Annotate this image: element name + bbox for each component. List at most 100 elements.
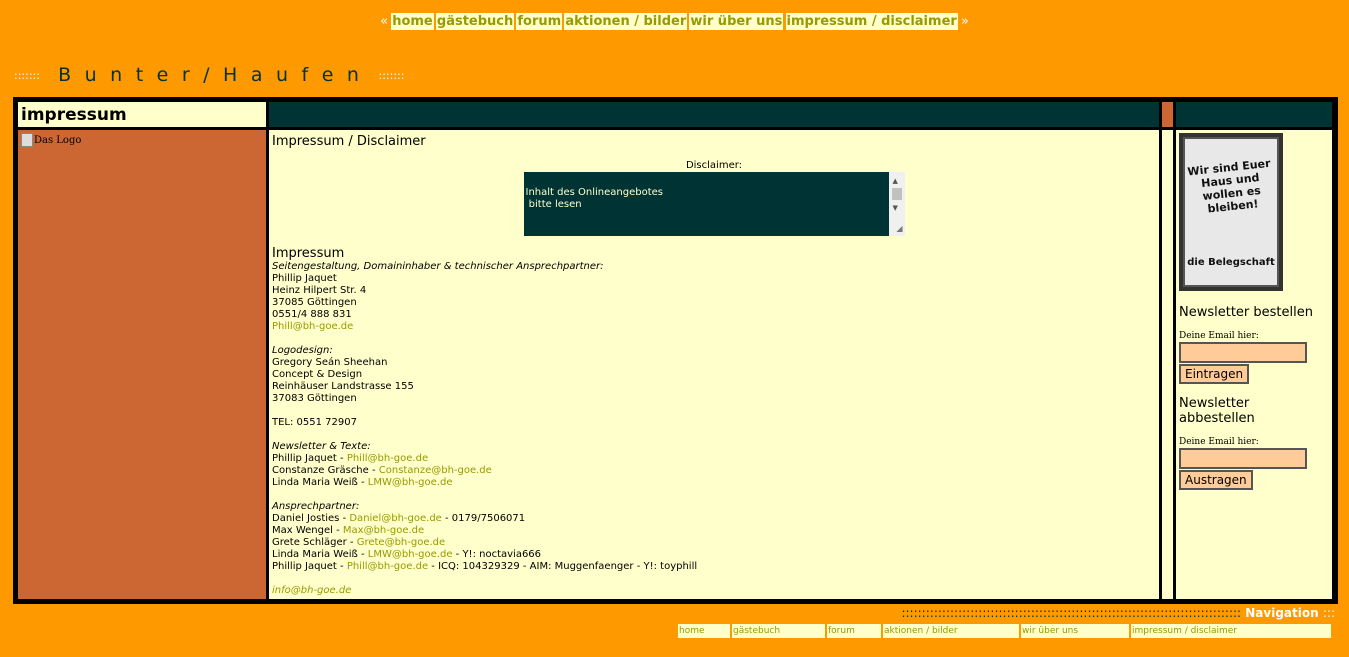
person-email-link[interactable]: LMW@bh-goe.de bbox=[368, 549, 453, 560]
poster-signature: die Belegschaft bbox=[1187, 257, 1275, 268]
resize-grip-icon[interactable]: ◢ bbox=[896, 223, 902, 235]
newsletter-role-label: Newsletter & Texte: bbox=[272, 441, 371, 452]
main-content: Impressum / Disclaimer Disclaimer: Inhal… bbox=[269, 130, 1159, 599]
scroll-thumb[interactable] bbox=[891, 188, 902, 200]
owner-name: Phillip Jaquet bbox=[272, 273, 337, 284]
nav-link-gaestebuch[interactable]: gästebuch bbox=[435, 13, 515, 30]
person-name: Linda Maria Weiß - bbox=[272, 549, 368, 560]
bottom-nav-link-forum[interactable]: forum bbox=[827, 624, 881, 638]
header-bar-right bbox=[1176, 102, 1332, 127]
list-item: Grete Schläger - Grete@bh-goe.de bbox=[272, 537, 1156, 549]
person-name: Linda Maria Weiß - bbox=[272, 477, 368, 488]
person-email-link[interactable]: LMW@bh-goe.de bbox=[368, 477, 453, 488]
logo-designer-street: Reinhäuser Landstrasse 155 bbox=[272, 381, 414, 392]
nav-link-home[interactable]: home bbox=[391, 13, 434, 30]
right-column: Wir sind Euer Haus und wollen es bleiben… bbox=[1176, 130, 1332, 599]
site-title-dots-left: ::::::: bbox=[14, 69, 40, 82]
contact-role-label: Ansprechpartner: bbox=[272, 501, 360, 512]
content-title: Impressum / Disclaimer bbox=[272, 134, 426, 149]
impressum-heading: Impressum bbox=[272, 246, 345, 261]
nav-link-impressum[interactable]: impressum / disclaimer bbox=[785, 13, 958, 30]
poster-image: Wir sind Euer Haus und wollen es bleiben… bbox=[1179, 133, 1283, 291]
top-navigation: « home gästebuch forum aktionen / bilder… bbox=[0, 13, 1349, 30]
bottom-nav-link-aktionen[interactable]: aktionen / bilder bbox=[883, 624, 1019, 638]
person-email-link[interactable]: Max@bh-goe.de bbox=[343, 525, 424, 536]
site-title-dots-right: ::::::: bbox=[378, 69, 405, 82]
person-email-link[interactable]: Phill@bh-goe.de bbox=[347, 453, 428, 464]
site-title: ::::::: Bunter/Haufen ::::::: bbox=[14, 64, 404, 86]
person-name: Max Wengel - bbox=[272, 525, 343, 536]
person-extra: - Y!: noctavia666 bbox=[452, 549, 542, 560]
nav-open-quote: « bbox=[380, 14, 389, 29]
design-role-label: Seitengestaltung, Domaininhaber & techni… bbox=[272, 261, 604, 272]
newsletter-unsubscribe-email-input[interactable] bbox=[1179, 448, 1307, 469]
person-email-link[interactable]: Constanze@bh-goe.de bbox=[379, 465, 492, 476]
list-item: Linda Maria Weiß - LMW@bh-goe.de - Y!: n… bbox=[272, 549, 1156, 561]
newsletter-unsubscribe-label: Deine Email hier: bbox=[1179, 437, 1259, 447]
bottom-nav-dots-left: ::::::::::::::::::::::::::::::::::::::::… bbox=[901, 606, 1242, 620]
poster-sign: Wir sind Euer Haus und wollen es bleiben… bbox=[1183, 137, 1279, 287]
newsletter-subscribe-heading: Newsletter bestellen bbox=[1179, 305, 1313, 320]
person-email-link[interactable]: Phill@bh-goe.de bbox=[347, 561, 428, 572]
scroll-down-arrow-icon[interactable]: ▼ bbox=[893, 202, 898, 214]
telephone: TEL: 0551 72907 bbox=[272, 417, 357, 428]
newsletter-unsubscribe-heading: Newsletter abbestellen bbox=[1179, 396, 1255, 426]
person-name: Constanze Gräsche - bbox=[272, 465, 379, 476]
nav-close-quote: » bbox=[960, 14, 969, 29]
logo-designer-company: Concept & Design bbox=[272, 369, 363, 380]
person-extra: - 0179/7506071 bbox=[441, 513, 526, 524]
newsletter-unsubscribe-button[interactable]: Austragen bbox=[1179, 470, 1253, 490]
site-title-name: Bunter/Haufen bbox=[58, 64, 373, 86]
bottom-nav-label: Navigation bbox=[1245, 606, 1319, 620]
disclaimer-text-line-1: Inhalt des Onlineangebotes bbox=[525, 187, 664, 198]
logo-designer-name: Gregory Seán Sheehan bbox=[272, 357, 388, 368]
list-item: Linda Maria Weiß - LMW@bh-goe.de bbox=[272, 477, 1156, 489]
list-item: Daniel Josties - Daniel@bh-goe.de - 0179… bbox=[272, 513, 1156, 525]
logo-alt-text: Das Logo bbox=[34, 134, 82, 146]
person-name: Phillip Jaquet - bbox=[272, 561, 347, 572]
scroll-up-arrow-icon[interactable]: ▲ bbox=[893, 175, 898, 187]
person-email-link[interactable]: Grete@bh-goe.de bbox=[357, 537, 445, 548]
newsletter-subscribe-email-input[interactable] bbox=[1179, 342, 1307, 363]
list-item: Phillip Jaquet - Phill@bh-goe.de - ICQ: … bbox=[272, 561, 1156, 573]
list-item: Phillip Jaquet - Phill@bh-goe.de bbox=[272, 453, 1156, 465]
bottom-navigation: home gästebuch forum aktionen / bilder w… bbox=[678, 624, 1333, 638]
bottom-nav-link-wir-ueber-uns[interactable]: wir über uns bbox=[1021, 624, 1129, 638]
logo-image: Das Logo bbox=[21, 133, 81, 147]
info-email-link[interactable]: info@bh-goe.de bbox=[272, 585, 351, 596]
disclaimer-textarea[interactable]: Inhalt des Onlineangebotes bitte lesen ▲… bbox=[523, 172, 905, 236]
broken-image-icon bbox=[21, 133, 33, 147]
person-name: Phillip Jaquet - bbox=[272, 453, 347, 464]
bottom-nav-link-gaestebuch[interactable]: gästebuch bbox=[732, 624, 825, 638]
owner-street: Heinz Hilpert Str. 4 bbox=[272, 285, 367, 296]
newsletter-subscribe-button[interactable]: Eintragen bbox=[1179, 364, 1250, 384]
owner-city: 37085 Göttingen bbox=[272, 297, 357, 308]
owner-phone: 0551/4 888 831 bbox=[272, 309, 352, 320]
thin-separator-column bbox=[1162, 130, 1173, 599]
nav-link-forum[interactable]: forum bbox=[516, 13, 563, 30]
owner-email-link[interactable]: Phill@bh-goe.de bbox=[272, 321, 353, 332]
person-extra: - ICQ: 104329329 - AIM: Muggenfaenger - … bbox=[428, 561, 698, 572]
person-name: Daniel Josties - bbox=[272, 513, 350, 524]
poster-text: Wir sind Euer Haus und wollen es bleiben… bbox=[1186, 156, 1272, 216]
person-name: Grete Schläger - bbox=[272, 537, 357, 548]
bottom-navigation-title: ::::::::::::::::::::::::::::::::::::::::… bbox=[901, 606, 1335, 620]
person-email-link[interactable]: Daniel@bh-goe.de bbox=[349, 513, 441, 524]
bottom-nav-dots-right: ::: bbox=[1322, 606, 1335, 620]
disclaimer-text-line-2: bitte lesen bbox=[525, 199, 582, 210]
page-title: impressum bbox=[18, 102, 266, 127]
disclaimer-label: Disclaimer: bbox=[685, 160, 743, 171]
newsletter-subscribe-label: Deine Email hier: bbox=[1179, 331, 1259, 341]
list-item: Max Wengel - Max@bh-goe.de bbox=[272, 525, 1156, 537]
list-item: Constanze Gräsche - Constanze@bh-goe.de bbox=[272, 465, 1156, 477]
bottom-nav-link-home[interactable]: home bbox=[678, 624, 730, 638]
bottom-nav-link-impressum[interactable]: impressum / disclaimer bbox=[1131, 624, 1331, 638]
left-column: Das Logo bbox=[18, 130, 266, 599]
nav-link-aktionen[interactable]: aktionen / bilder bbox=[564, 13, 688, 30]
nav-link-wir-ueber-uns[interactable]: wir über uns bbox=[689, 13, 784, 30]
logo-designer-city: 37083 Göttingen bbox=[272, 393, 357, 404]
header-bar-accent bbox=[1162, 102, 1173, 127]
content-frame: impressum Das Logo Impressum / Disclaime… bbox=[13, 97, 1338, 604]
logo-role-label: Logodesign: bbox=[272, 345, 333, 356]
header-bar-main bbox=[269, 102, 1159, 127]
